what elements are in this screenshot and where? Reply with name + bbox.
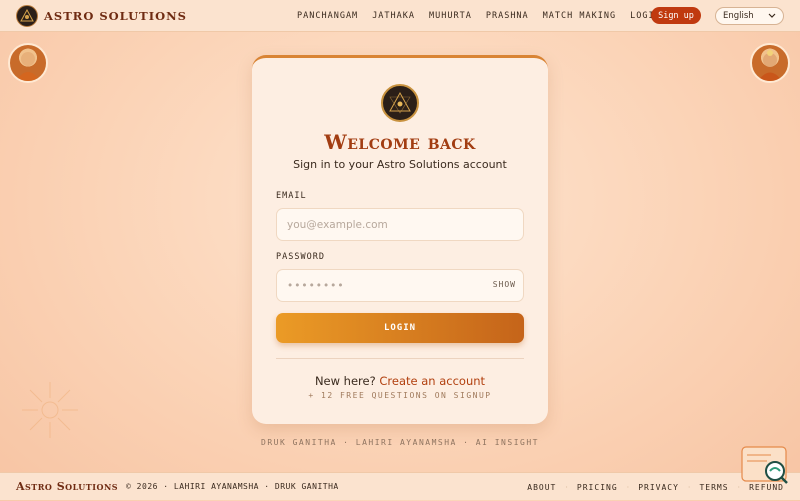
brand[interactable]: ASTRO SOLUTIONS — [16, 4, 187, 27]
signup-prompt: New here? Create an account — [252, 374, 548, 388]
nav-item-prashna[interactable]: PRASHNA — [486, 11, 529, 21]
footer-separator: · — [687, 482, 691, 492]
nav-item-match-making[interactable]: MATCH MAKING — [543, 11, 616, 21]
password-mask: •••••••• — [287, 279, 345, 292]
nav-item-muhurta[interactable]: MUHURTA — [429, 11, 472, 21]
signup-bonus-text: + 12 FREE QUESTIONS ON SIGNUP — [308, 391, 492, 400]
footer-brand[interactable]: Astro Solutions — [16, 480, 118, 493]
email-label: EMAIL — [276, 191, 307, 201]
page-title: Welcome back — [324, 130, 476, 154]
main-nav: PANCHANGAM JATHAKA MUHURTA PRASHNA MATCH… — [297, 0, 675, 32]
create-account-link[interactable]: Create an account — [379, 374, 485, 388]
login-button[interactable]: LOGIN — [276, 313, 524, 343]
show-password-button[interactable]: SHOW — [493, 280, 516, 289]
login-card: Welcome back Sign in to your Astro Solut… — [252, 55, 548, 424]
footer-separator: · — [565, 482, 568, 492]
footer-link-privacy[interactable]: PRIVACY — [638, 483, 679, 492]
password-label: PASSWORD — [276, 252, 325, 262]
footer-copyright: © 2026 · LAHIRI AYANAMSHA · DRUK GANITHA — [126, 482, 339, 491]
footer-link-about[interactable]: ABOUT — [527, 483, 556, 492]
signup-button[interactable]: Sign up — [651, 7, 701, 24]
page-subtitle: Sign in to your Astro Solutions account — [293, 158, 507, 171]
brand-name: ASTRO SOLUTIONS — [44, 8, 187, 23]
nav-item-panchangam[interactable]: PANCHANGAM — [297, 11, 358, 21]
footer: Astro Solutions © 2026 · LAHIRI AYANAMSH… — [0, 472, 800, 500]
email-field[interactable]: you@example.com — [276, 208, 524, 241]
chat-icon[interactable] — [741, 445, 791, 485]
sage-avatar-right — [750, 43, 790, 83]
email-placeholder: you@example.com — [287, 218, 388, 231]
top-navigation-bar: ASTRO SOLUTIONS PANCHANGAM JATHAKA MUHUR… — [0, 0, 800, 32]
sun-decoration-icon — [22, 382, 78, 438]
footer-separator: · — [626, 482, 630, 492]
tagline: DRUK GANITHA · LAHIRI AYANAMSHA · AI INS… — [261, 438, 539, 447]
brand-logo-icon — [16, 4, 38, 27]
language-select[interactable]: English — [715, 7, 784, 25]
divider — [276, 358, 524, 359]
footer-link-terms[interactable]: TERMS — [699, 483, 728, 492]
chevron-down-icon — [768, 13, 776, 18]
new-here-text: New here? — [314, 374, 376, 388]
footer-separator: · — [737, 482, 741, 492]
password-field[interactable]: •••••••• SHOW — [276, 269, 524, 302]
sage-avatar-left — [8, 43, 48, 83]
nav-item-jathaka[interactable]: JATHAKA — [372, 11, 415, 21]
emblem-icon — [381, 84, 419, 122]
footer-link-pricing[interactable]: PRICING — [577, 483, 618, 492]
language-value: English — [723, 11, 754, 21]
